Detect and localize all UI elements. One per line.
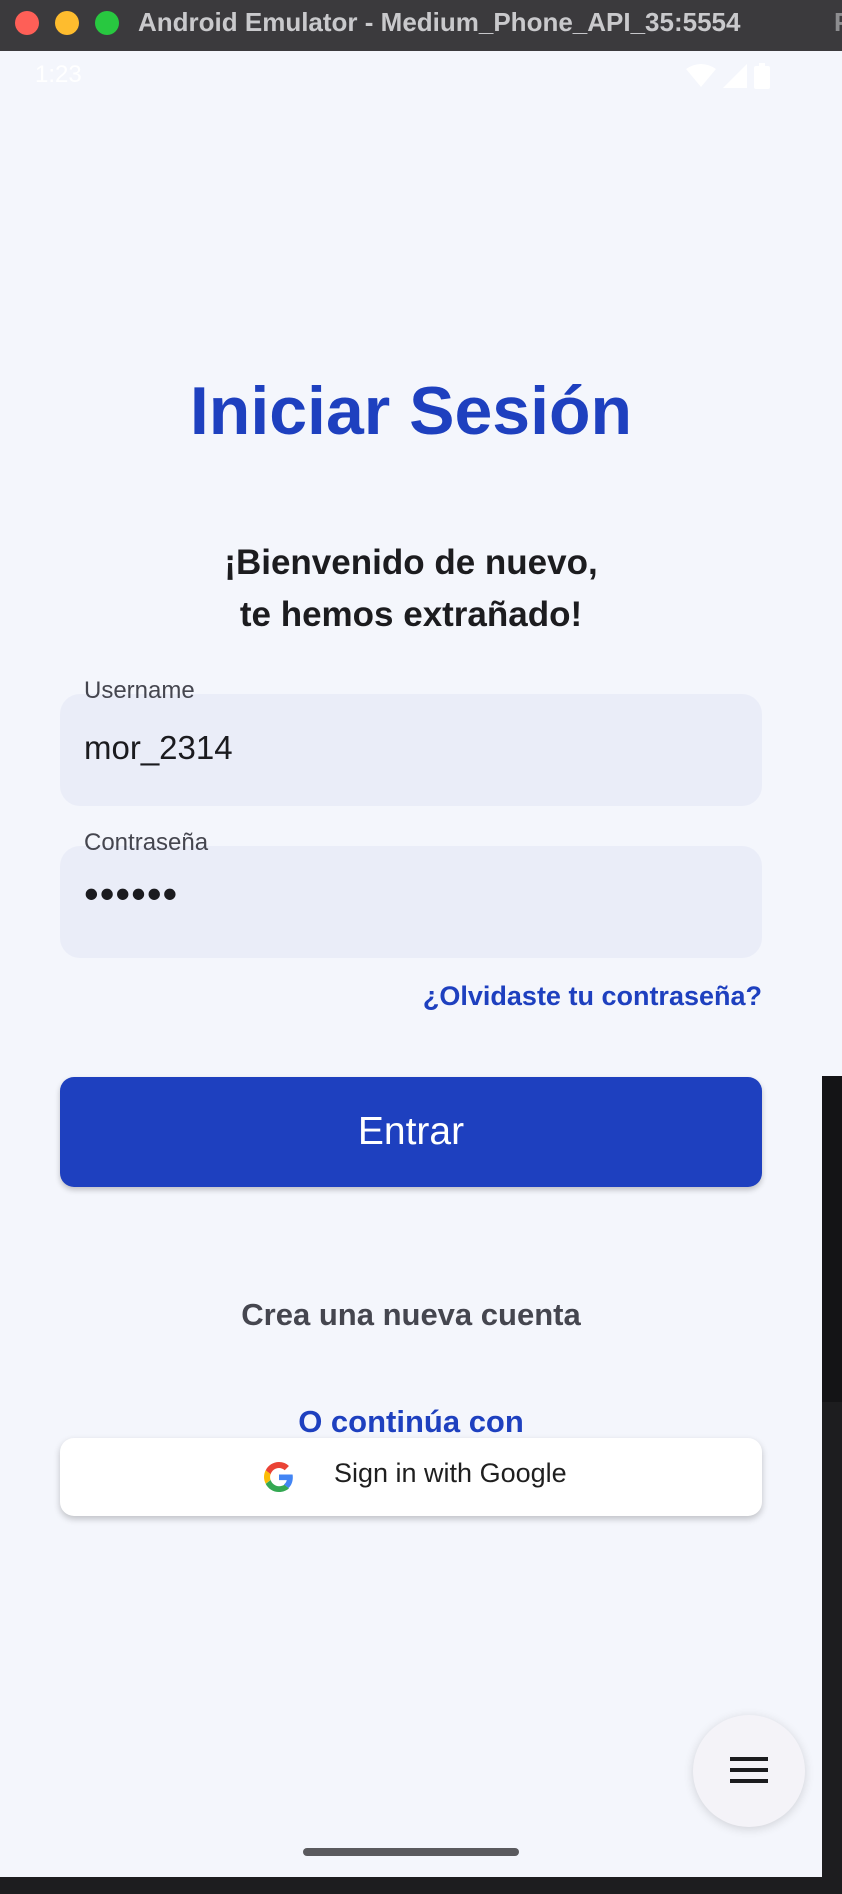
forgot-password-link[interactable]: ¿Olvidaste tu contraseña? [423,981,762,1012]
wifi-icon [686,64,716,87]
page-title: Iniciar Sesión [189,373,633,449]
window-close-button[interactable] [15,11,39,35]
home-gesture-bar[interactable] [303,1848,519,1856]
username-label: Username [84,677,195,704]
menu-icon [730,1757,768,1783]
battery-icon [754,63,770,89]
welcome-subtitle: ¡Bienvenido de nuevo, te hemos extrañado… [0,537,822,641]
window-maximize-button[interactable] [95,11,119,35]
emulator-side-panel-dark [822,1076,842,1402]
username-value: mor_2314 [84,729,233,766]
username-field[interactable]: mor_2314 [60,694,762,806]
google-logo-icon [264,1462,293,1492]
status-time: 1:23 [35,61,82,88]
google-sign-in-button[interactable]: Sign in with Google [60,1438,762,1516]
menu-fab-button[interactable] [693,1715,805,1827]
status-icons [686,63,770,89]
window-title: Android Emulator - Medium_Phone_API_35:5… [138,7,741,37]
create-account-link[interactable]: Crea una nueva cuenta [0,1297,822,1333]
login-button[interactable]: Entrar [60,1077,762,1187]
password-field[interactable]: •••••• [60,846,762,958]
window-minimize-button[interactable] [55,11,79,35]
password-label: Contraseña [84,829,209,856]
status-bar: 1:23 [0,51,822,99]
continue-with-label: O continúa con [298,1404,524,1439]
side-panel-tab[interactable]: P [834,5,842,39]
window-titlebar: Android Emulator - Medium_Phone_API_35:5… [0,0,842,52]
cellular-signal-icon [723,64,747,88]
welcome-subtitle-line-1: ¡Bienvenido de nuevo, [224,543,598,582]
google-sign-in-label: Sign in with Google [334,1458,567,1488]
phone-screen: 1:23 Iniciar Sesión ¡Bienvenido de nuevo… [0,51,822,1877]
welcome-subtitle-line-2: te hemos extrañado! [239,595,583,634]
emulator-side-panel [822,51,842,1076]
password-value: •••••• [84,870,179,917]
